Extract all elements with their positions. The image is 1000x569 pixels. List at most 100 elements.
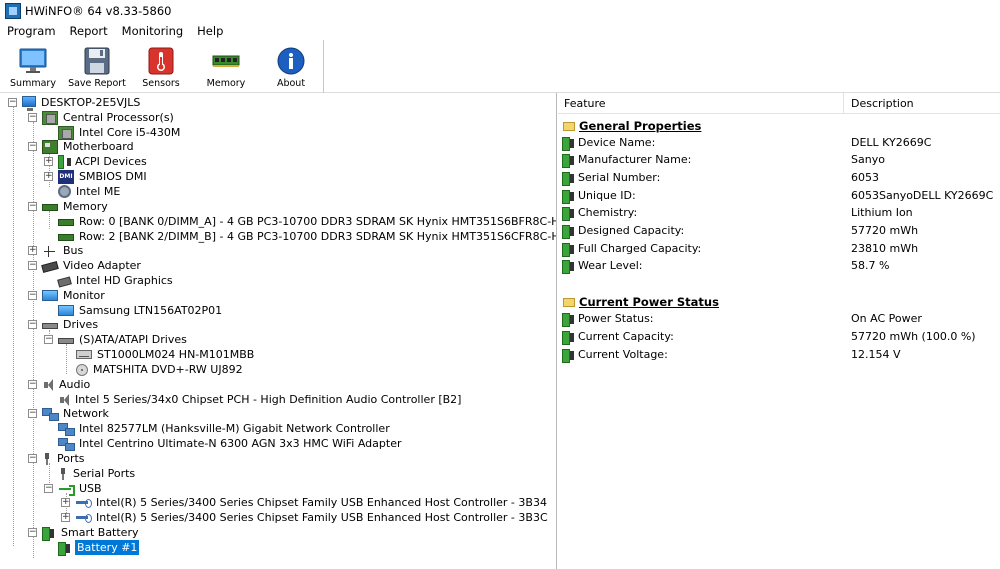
tree-node-memory[interactable]: − Memory [28,199,110,214]
gear-icon [58,185,71,198]
usb-controller-icon [75,496,92,510]
expand-icon[interactable]: + [61,513,70,522]
battery-icon [562,348,576,363]
tree-node-sata[interactable]: − (S)ATA/ATAPI Drives [44,332,189,347]
detail-row[interactable]: Power Status: On AC Power [558,310,1000,327]
collapse-icon[interactable]: − [8,98,17,107]
memory-icon [42,204,58,211]
tree-node-motherboard[interactable]: − Motherboard [28,139,136,154]
memory-button[interactable]: Memory [195,44,257,90]
detail-row[interactable]: Serial Number: 6053 [558,169,1000,186]
tree-node-network[interactable]: − Network [28,406,111,421]
tree-node-usb[interactable]: − USB [44,481,104,496]
device-tree-panel[interactable]: − DESKTOP-2E5VJLS − Central Processor(s)… [0,93,557,569]
feature-label: Device Name: [578,136,656,149]
menu-monitoring[interactable]: Monitoring [115,22,191,40]
tree-label: Intel HD Graphics [76,274,173,287]
floppy-disk-icon [84,47,110,75]
acpi-device-icon [58,154,71,169]
tree-node-intel-me[interactable]: Intel ME [58,184,122,199]
tree-node-video[interactable]: − Video Adapter [28,258,143,273]
collapse-icon[interactable]: − [28,202,37,211]
tree-label-memory: Memory [63,200,108,213]
expand-icon[interactable]: + [61,498,70,507]
collapse-icon[interactable]: − [28,113,37,122]
speaker-icon [42,378,54,392]
detail-row[interactable]: Wear Level: 58.7 % [558,257,1000,274]
tree-node-drive-0[interactable]: ST1000LM024 HN-M101MBB [76,347,256,362]
tree-node-smbios[interactable]: + DMI SMBIOS DMI [44,169,149,184]
tree-label: ACPI Devices [75,155,147,168]
expand-icon[interactable]: + [44,157,53,166]
detail-row[interactable]: Manufacturer Name: Sanyo [558,151,1000,168]
tree-node-audio[interactable]: − Audio [28,377,92,392]
tree-node-serial[interactable]: Serial Ports [58,466,137,481]
collapse-icon[interactable]: − [44,335,53,344]
tree-node-network-0[interactable]: Intel 82577LM (Hanksville-M) Gigabit Net… [58,421,392,436]
collapse-icon[interactable]: − [28,380,37,389]
collapse-icon[interactable]: − [28,261,37,270]
summary-button[interactable]: Summary [2,44,64,90]
detail-row[interactable]: Full Charged Capacity: 23810 mWh [558,240,1000,257]
detail-row[interactable]: Designed Capacity: 57720 mWh [558,222,1000,239]
tree-node-memory-0[interactable]: Row: 0 [BANK 0/DIMM_A] - 4 GB PC3-10700 … [58,214,556,229]
tree-label: Intel 82577LM (Hanksville-M) Gigabit Net… [79,422,390,435]
collapse-icon[interactable]: − [28,291,37,300]
optical-drive-icon [76,363,88,376]
tree-node-battery-0[interactable]: Battery #1 [58,540,140,556]
tree-node-network-1[interactable]: Intel Centrino Ultimate-N 6300 AGN 3x3 H… [58,436,404,451]
column-header-description[interactable]: Description [845,93,1000,114]
tree-node-acpi[interactable]: + ACPI Devices [44,154,149,169]
menu-program[interactable]: Program [0,22,63,40]
sensors-button[interactable]: Sensors [130,44,192,90]
tree-node-memory-1[interactable]: Row: 2 [BANK 2/DIMM_B] - 4 GB PC3-10700 … [58,229,556,244]
feature-label: Manufacturer Name: [578,153,692,166]
detail-row[interactable]: Current Voltage: 12.154 V [558,346,1000,363]
collapse-icon[interactable]: − [28,142,37,151]
menu-report[interactable]: Report [63,22,115,40]
tree-label-drives: Drives [63,318,99,331]
tree-node-video-0[interactable]: Intel HD Graphics [57,273,175,288]
tree-node-monitor-0[interactable]: Samsung LTN156AT02P01 [58,303,224,318]
collapse-icon[interactable]: − [28,528,37,537]
tree-node-bus[interactable]: + Bus [28,243,85,258]
collapse-icon[interactable]: − [28,454,37,463]
tree-node-ports[interactable]: − Ports [28,451,87,466]
collapse-icon[interactable]: − [28,320,37,329]
tree-node-root[interactable]: − DESKTOP-2E5VJLS [8,95,142,111]
tree-node-battery[interactable]: − Smart Battery [28,525,140,541]
about-button[interactable]: About [260,44,322,90]
detail-row[interactable]: Device Name: DELL KY2669C [558,134,1000,151]
tree-node-cpu[interactable]: − Central Processor(s) [28,110,176,125]
battery-icon [562,153,576,168]
collapse-icon[interactable]: − [44,484,53,493]
tree-node-usb-1[interactable]: + Intel(R) 5 Series/3400 Series Chipset … [61,510,550,525]
tree-node-drives[interactable]: − Drives [28,317,100,332]
feature-value: Lithium Ion [851,206,913,219]
tree-node-monitor[interactable]: − Monitor [28,288,107,303]
column-header-feature[interactable]: Feature [558,93,844,114]
wifi-adapter-icon [58,437,75,451]
save-report-button[interactable]: Save Report [66,44,128,90]
menu-help[interactable]: Help [190,22,230,40]
detail-row[interactable]: Chemistry: Lithium Ion [558,204,1000,221]
tree-node-cpu-0[interactable]: Intel Core i5-430M [58,125,182,140]
summary-label: Summary [10,78,56,89]
usb-icon [58,482,75,496]
memory-module-icon [58,219,74,226]
detail-row[interactable]: Unique ID: 6053SanyoDELL KY2669C [558,187,1000,204]
collapse-icon[interactable]: − [28,409,37,418]
tree-node-drive-1[interactable]: MATSHITA DVD+-RW UJ892 [76,362,245,377]
tree-node-usb-0[interactable]: + Intel(R) 5 Series/3400 Series Chipset … [61,495,549,510]
battery-icon [562,259,576,274]
feature-value: Sanyo [851,153,885,166]
feature-label: Current Voltage: [578,348,668,361]
battery-icon [562,206,576,221]
bus-icon [42,245,58,257]
tree-label-root: DESKTOP-2E5VJLS [41,96,141,109]
feature-label: Serial Number: [578,171,661,184]
detail-row[interactable]: Current Capacity: 57720 mWh (100.0 %) [558,328,1000,345]
tree-node-audio-0[interactable]: Intel 5 Series/34x0 Chipset PCH - High D… [58,392,463,407]
expand-icon[interactable]: + [44,172,53,181]
expand-icon[interactable]: + [28,246,37,255]
